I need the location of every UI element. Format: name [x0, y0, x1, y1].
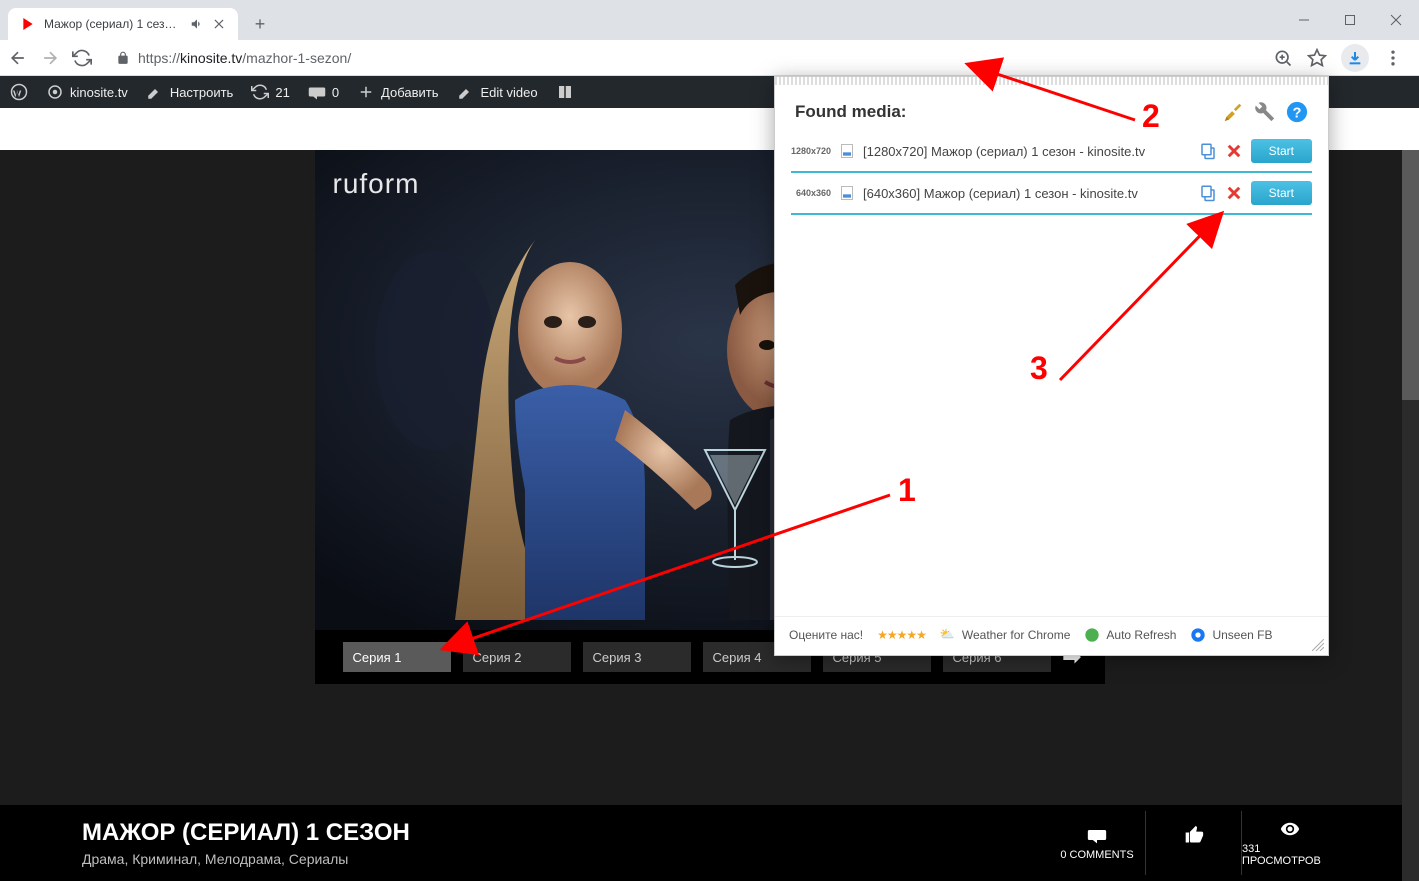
annotation-arrows	[0, 0, 1419, 839]
page-genres: Драма, Криминал, Мелодрама, Сериалы	[82, 851, 410, 867]
annotation-1: 1	[898, 472, 916, 509]
annotation-2: 2	[1142, 98, 1160, 135]
annotation-3: 3	[1030, 350, 1048, 387]
